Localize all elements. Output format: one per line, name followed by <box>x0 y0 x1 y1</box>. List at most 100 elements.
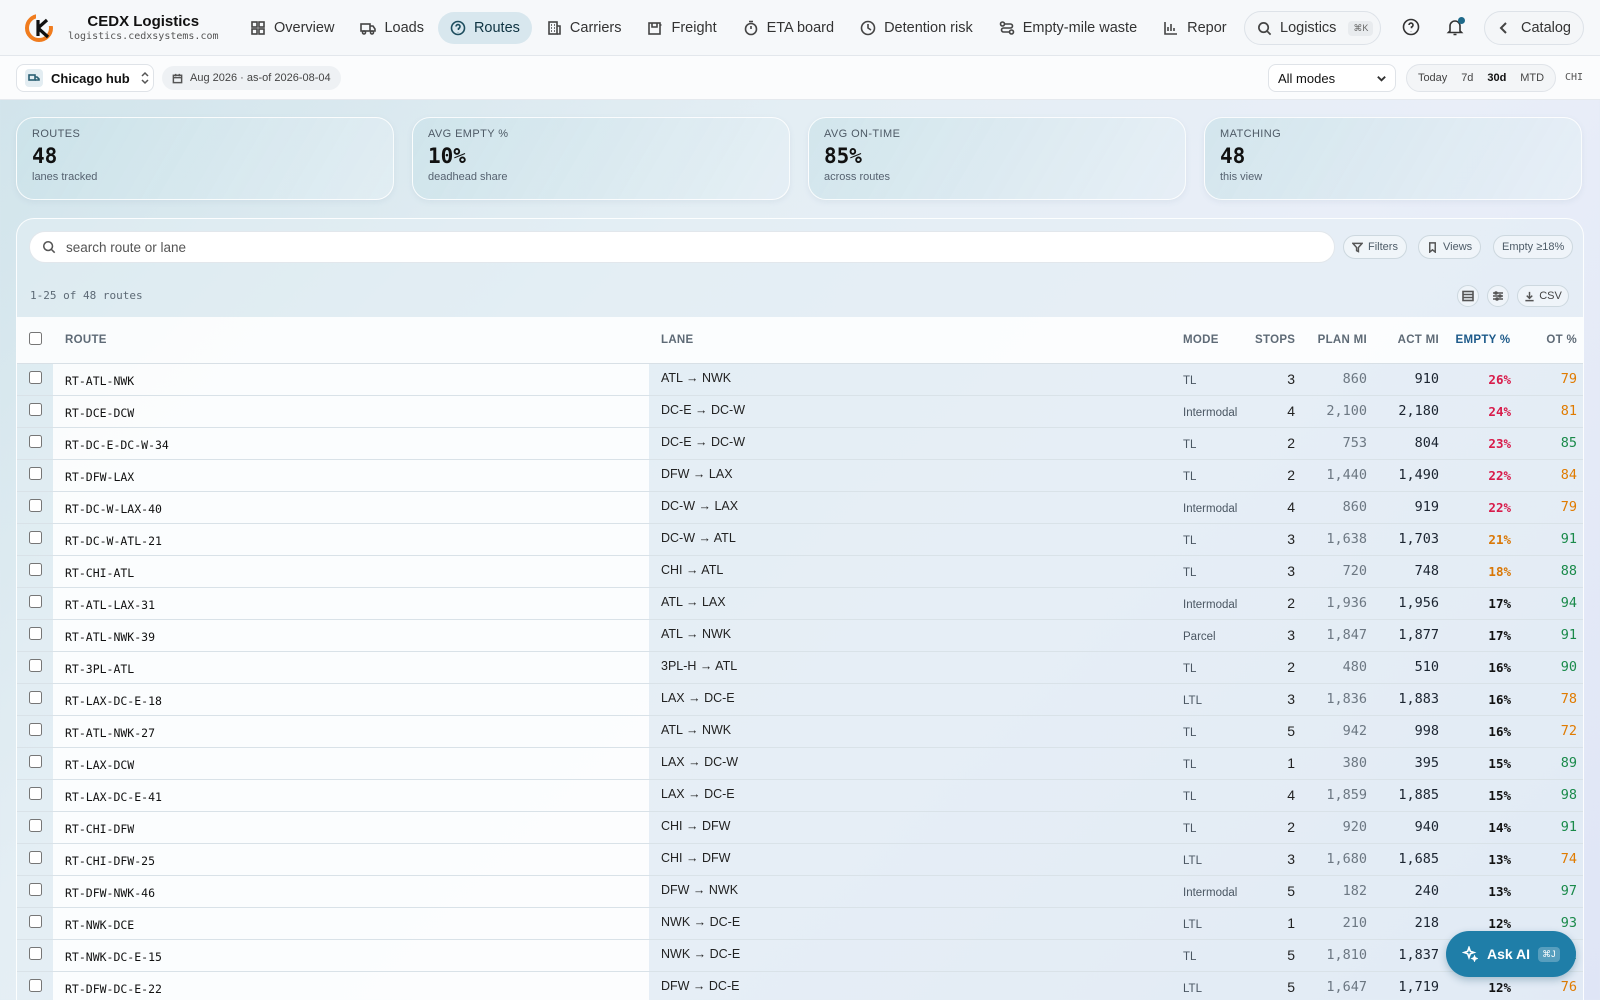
kpi-value: 48 <box>1220 144 1246 168</box>
row-checkbox[interactable] <box>29 467 42 480</box>
act-mi-cell: 940 <box>1414 819 1439 835</box>
table-row[interactable]: RT-NWK-DC-E-15NWK → DC-ETL51,8101,83712%… <box>17 939 1583 971</box>
row-checkbox[interactable] <box>29 755 42 768</box>
nav-eta-board[interactable]: ETA board <box>731 12 846 44</box>
empty-pct-cell: 23% <box>1488 435 1511 451</box>
hub-selector[interactable]: Chicago hub <box>16 64 154 92</box>
filters-button[interactable]: Filters <box>1343 235 1407 259</box>
table-row[interactable]: RT-ATL-NWK-27 ATL → NWK TL 5 942 998 16% 72 <box>17 715 1583 747</box>
range-7d[interactable]: 7d <box>1456 69 1478 87</box>
table-row[interactable]: RT-DC-W-ATL-21 DC-W → ATL TL 3 1,638 1,703 21%… <box>17 523 1583 555</box>
route-search-input[interactable]: search route or lane <box>29 231 1335 263</box>
range-today[interactable]: Today <box>1413 69 1452 87</box>
table-row[interactable]: RT-LAX-DC-E-18 LAX → DC-E LTL 3 1,836 1,883 16… <box>17 683 1583 715</box>
range-30d[interactable]: 30d <box>1482 69 1511 87</box>
row-checkbox[interactable] <box>29 595 42 608</box>
brand[interactable]: CEDX Logistics logistics.cedxsystems.com <box>24 12 234 44</box>
table-row[interactable]: RT-DFW-NWK-46 DFW → NWK Intermodal 5 182 240 1… <box>17 875 1583 907</box>
nav-detention-risk[interactable]: Detention risk <box>848 12 985 44</box>
row-checkbox[interactable] <box>29 371 42 384</box>
kpi-sub: across routes <box>824 171 891 183</box>
row-checkbox[interactable] <box>29 499 42 512</box>
catalog-button[interactable]: Catalog <box>1484 11 1584 45</box>
col-act-mi[interactable]: ACT MI <box>1375 317 1447 364</box>
row-checkbox[interactable] <box>29 915 42 928</box>
col-lane[interactable]: LANE <box>649 317 1175 364</box>
row-checkbox[interactable] <box>29 979 42 992</box>
row-checkbox[interactable] <box>29 563 42 576</box>
nav-empty-mile-waste[interactable]: Empty-mile waste <box>987 12 1149 44</box>
row-checkbox[interactable] <box>29 787 42 800</box>
select-all-checkbox[interactable] <box>29 331 42 345</box>
col-ot-pct[interactable]: OT % <box>1519 317 1583 364</box>
nav-loads[interactable]: Loads <box>348 12 436 44</box>
row-checkbox[interactable] <box>29 691 42 704</box>
row-select-cell <box>17 811 53 843</box>
columns-button[interactable] <box>1487 285 1509 307</box>
nav-freight[interactable]: Freight <box>635 12 728 44</box>
row-checkbox[interactable] <box>29 531 42 544</box>
route-cell: RT-DCE-DCW <box>53 395 649 427</box>
col-route[interactable]: ROUTE <box>53 317 649 364</box>
table-row[interactable]: RT-LAX-DCW LAX → DC-W TL 1 380 395 15% 89 <box>17 747 1583 779</box>
nav-reports[interactable]: Repor <box>1151 12 1239 44</box>
row-select-cell <box>17 747 53 779</box>
table-row[interactable]: RT-CHI-ATL CHI → ATL TL 3 720 748 18% 88 <box>17 555 1583 587</box>
col-mode[interactable]: MODE <box>1175 317 1247 364</box>
row-checkbox[interactable] <box>29 851 42 864</box>
table-row[interactable]: RT-ATL-LAX-31 ATL → LAX Intermodal 2 1,936 1,… <box>17 587 1583 619</box>
table-row[interactable]: RT-DC-W-LAX-40 DC-W → LAX Intermodal 4 860 91… <box>17 491 1583 523</box>
empty-pct-cell: 24% <box>1488 403 1511 419</box>
csv-export-button[interactable]: CSV <box>1517 285 1569 307</box>
density-button[interactable] <box>1457 285 1479 307</box>
row-checkbox[interactable] <box>29 883 42 896</box>
date-range-chip[interactable]: Aug 2026 · as-of 2026-08-04 <box>162 66 341 90</box>
stops-cell: 3 <box>1287 371 1295 387</box>
act-mi-cell: 1,956 <box>1398 595 1439 611</box>
hub-label: Chicago hub <box>51 70 130 86</box>
col-stops[interactable]: STOPS <box>1247 317 1303 364</box>
lane-cell: CHI → DFW <box>661 850 731 865</box>
views-button[interactable]: Views <box>1418 235 1482 259</box>
table-row[interactable]: RT-ATL-NWK-39 ATL → NWK Parcel 3 1,847 1,877 1… <box>17 619 1583 651</box>
ask-ai-button[interactable]: Ask AI ⌘J <box>1446 931 1576 977</box>
table-row[interactable]: RT-ATL-NWK ATL → NWK TL 3 860 910 26% 79 <box>17 363 1583 395</box>
table-row[interactable]: RT-DFW-LAX DFW → LAX TL 2 1,440 1,490 22% 84 <box>17 459 1583 491</box>
row-checkbox[interactable] <box>29 659 42 672</box>
row-checkbox[interactable] <box>29 947 42 960</box>
table-row[interactable]: RT-3PL-ATL 3PL-H → ATL TL 2 480 510 16% 90 <box>17 651 1583 683</box>
row-checkbox[interactable] <box>29 723 42 736</box>
select-all-cell <box>17 317 53 364</box>
row-checkbox[interactable] <box>29 435 42 448</box>
region-code[interactable]: CHI <box>1565 72 1583 83</box>
row-checkbox[interactable] <box>29 819 42 832</box>
nav-carriers[interactable]: Carriers <box>534 12 634 44</box>
table-row[interactable]: RT-CHI-DFW-25 CHI → DFW LTL 3 1,680 1,685 13% 7… <box>17 843 1583 875</box>
empty-threshold-chip[interactable]: Empty ≥18% <box>1493 235 1574 259</box>
table-row[interactable]: RT-DC-E-DC-W-34 DC-E → DC-W TL 2 753 804 23% 85 <box>17 427 1583 459</box>
row-checkbox[interactable] <box>29 403 42 416</box>
nav-overview[interactable]: Overview <box>238 12 346 44</box>
table-row[interactable]: RT-NWK-DCE NWK → DC-E LTL 1 210 218 12% 93 <box>17 907 1583 939</box>
nav-label: Detention risk <box>884 19 973 36</box>
plan-mi-cell: 753 <box>1342 435 1367 451</box>
nav-routes[interactable]: Routes <box>437 11 532 44</box>
plan-mi-cell: 480 <box>1342 659 1367 675</box>
row-checkbox[interactable] <box>29 627 42 640</box>
table-row[interactable]: RT-CHI-DFW CHI → DFW TL 2 920 940 14% 91 <box>17 811 1583 843</box>
empty-pct-cell: 18% <box>1488 563 1511 579</box>
ot-pct-cell: 91 <box>1560 819 1577 835</box>
table-row[interactable]: RT-DCE-DCW DC-E → DC-W Intermodal 4 2,100 2,1… <box>17 395 1583 427</box>
global-search-button[interactable]: Logistics ⌘K <box>1244 11 1381 45</box>
col-plan-mi[interactable]: PLAN MI <box>1303 317 1375 364</box>
col-empty-pct[interactable]: EMPTY % <box>1447 317 1519 364</box>
mode-cell: TL <box>1183 535 1197 547</box>
act-mi-cell: 1,703 <box>1398 531 1439 547</box>
range-mtd[interactable]: MTD <box>1515 69 1549 87</box>
help-button[interactable] <box>1402 18 1422 38</box>
mode-select[interactable]: All modes <box>1268 64 1396 92</box>
table-row[interactable]: RT-LAX-DC-E-41 LAX → DC-E TL 4 1,859 1,885 15%… <box>17 779 1583 811</box>
notifications-button[interactable] <box>1446 17 1466 38</box>
table-row[interactable]: RT-DFW-DC-E-22 DFW → DC-E LTL 5 1,647 1,719 12… <box>17 971 1583 1000</box>
stops-cell: 2 <box>1287 659 1295 675</box>
